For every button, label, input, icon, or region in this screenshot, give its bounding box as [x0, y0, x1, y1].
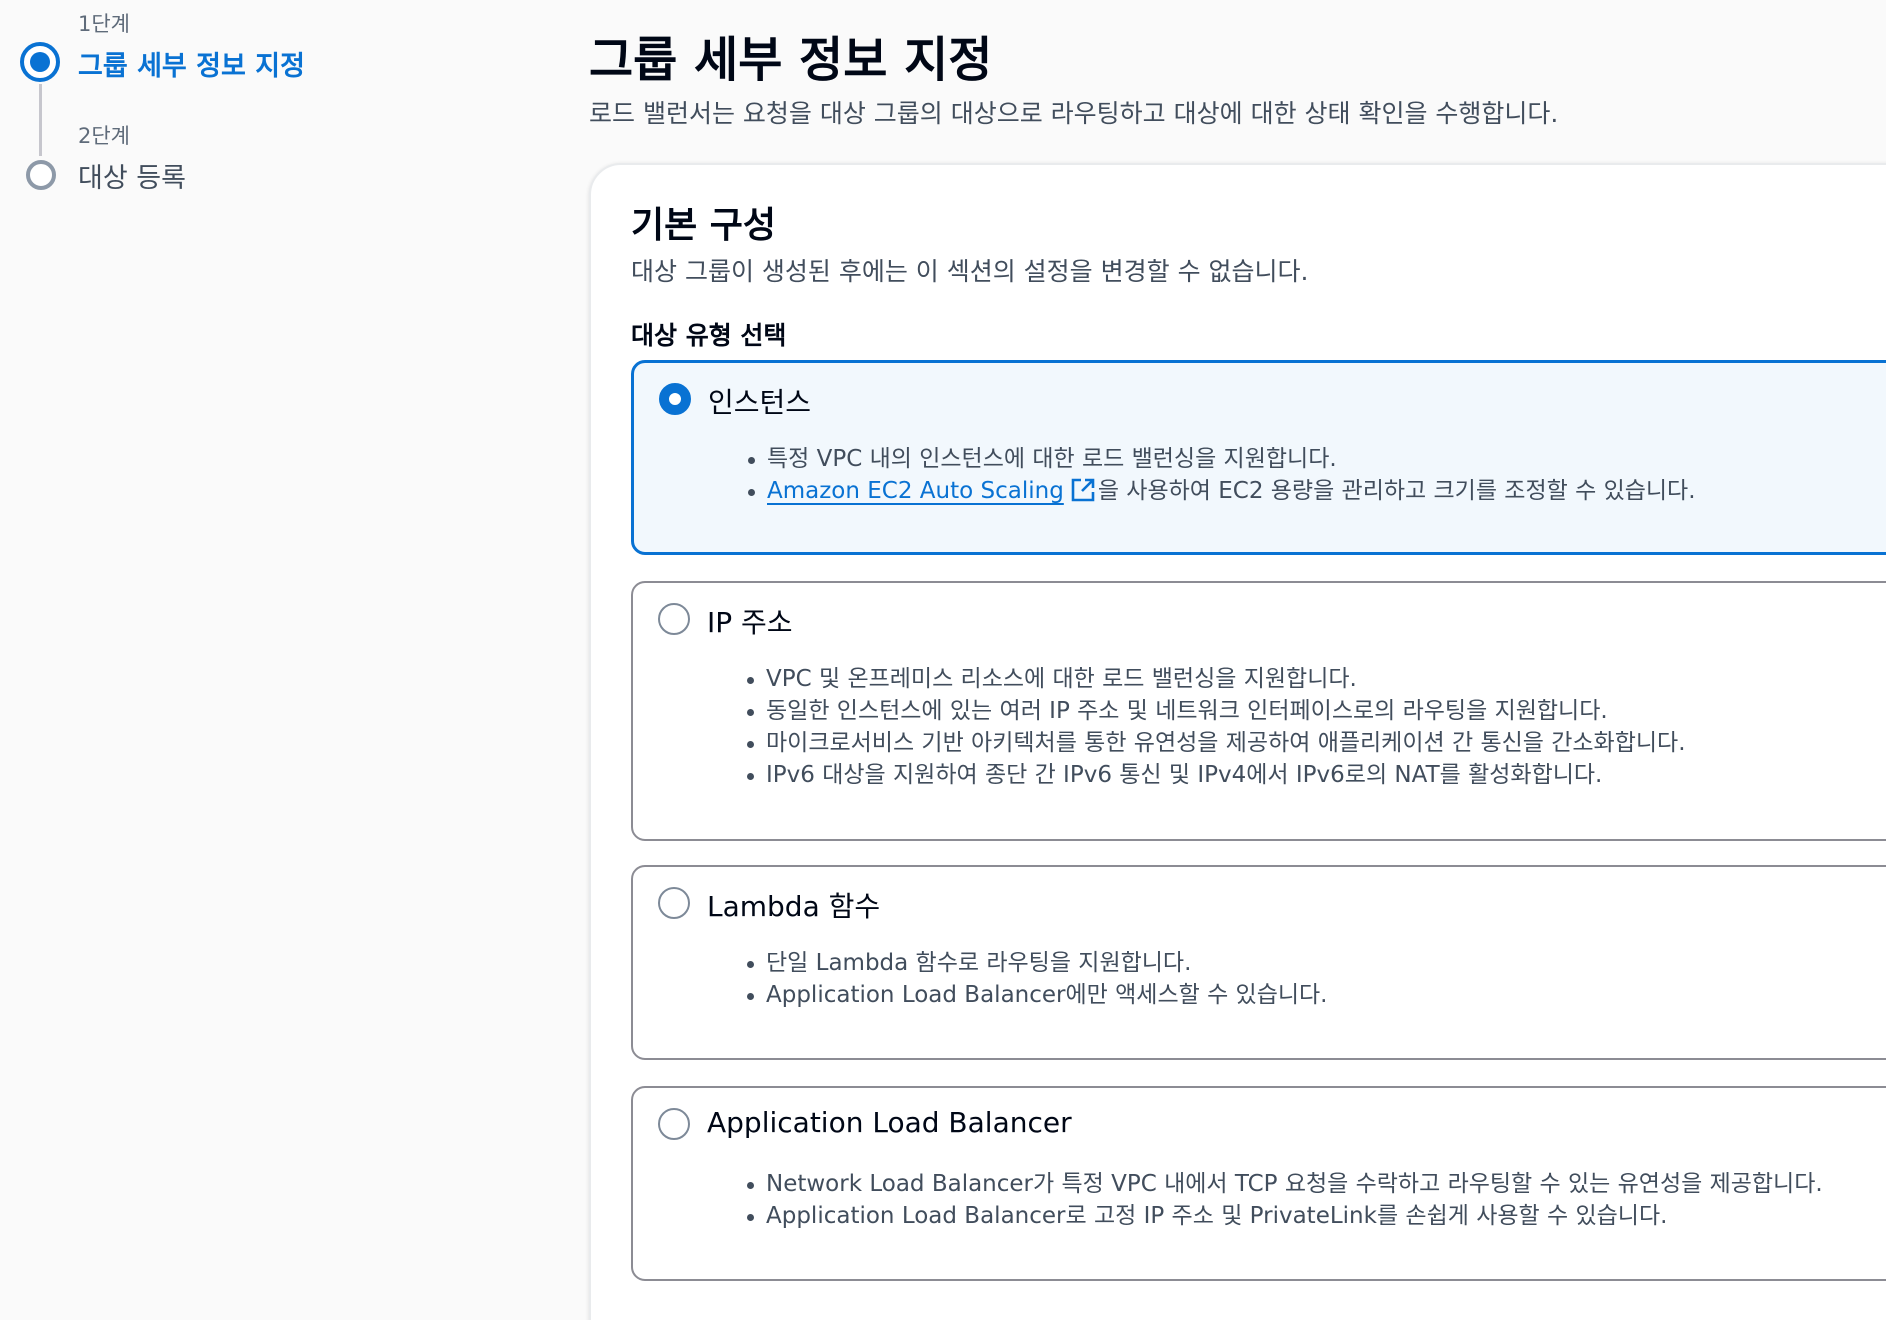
list-item: VPC 및 온프레미스 리소스에 대한 로드 밸런싱을 지원합니다.: [747, 663, 1686, 695]
radio-alb[interactable]: [658, 1108, 690, 1140]
section-title: 기본 구성: [631, 205, 777, 246]
list-item: 마이크로서비스 기반 아키텍처를 통한 유연성을 제공하여 애플리케이션 간 통…: [747, 727, 1686, 759]
option-bullets: VPC 및 온프레미스 리소스에 대한 로드 밸런싱을 지원합니다. 동일한 인…: [747, 663, 1686, 791]
wizard-steps: 1단계 그룹 세부 정보 지정 2단계 대상 등록: [0, 0, 520, 260]
radio-lambda[interactable]: [658, 887, 690, 919]
target-type-label: 대상 유형 선택: [631, 321, 787, 350]
option-title: 인스턴스: [708, 386, 812, 419]
step-1-caption: 1단계: [78, 12, 131, 36]
option-bullets: 특정 VPC 내의 인스턴스에 대한 로드 밸런싱을 지원합니다. Amazon…: [748, 443, 1696, 512]
radio-instances[interactable]: [659, 383, 691, 415]
section-description: 대상 그룹이 생성된 후에는 이 섹션의 설정을 변경할 수 없습니다.: [631, 257, 1309, 286]
list-item: IPv6 대상을 지원하여 종단 간 IPv6 통신 및 IPv4에서 IPv6…: [747, 759, 1686, 791]
step-2-title[interactable]: 대상 등록: [78, 156, 186, 195]
list-item: 동일한 인스턴스에 있는 여러 IP 주소 및 네트워크 인터페이스로의 라우팅…: [747, 695, 1686, 727]
step-active-icon: [20, 42, 60, 82]
list-item: Network Load Balancer가 특정 VPC 내에서 TCP 요청…: [747, 1168, 1823, 1200]
target-type-option-instances[interactable]: 인스턴스 특정 VPC 내의 인스턴스에 대한 로드 밸런싱을 지원합니다. A…: [631, 360, 1886, 555]
target-type-option-lambda[interactable]: Lambda 함수 단일 Lambda 함수로 라우팅을 지원합니다. Appl…: [631, 865, 1886, 1060]
page-description: 로드 밸런서는 요청을 대상 그룹의 대상으로 라우팅하고 대상에 대한 상태 …: [589, 99, 1559, 128]
step-2-caption: 2단계: [78, 124, 131, 148]
option-bullets: Network Load Balancer가 특정 VPC 내에서 TCP 요청…: [747, 1168, 1823, 1232]
target-type-option-ip[interactable]: IP 주소 VPC 및 온프레미스 리소스에 대한 로드 밸런싱을 지원합니다.…: [631, 581, 1886, 841]
step-inactive-icon: [26, 160, 56, 190]
page: 1단계 그룹 세부 정보 지정 2단계 대상 등록 그룹 세부 정보 지정 로드…: [0, 0, 1886, 1320]
step-1-title[interactable]: 그룹 세부 정보 지정: [78, 44, 305, 83]
option-title: IP 주소: [707, 606, 793, 639]
link-text: Amazon EC2 Auto Scaling: [767, 478, 1064, 504]
list-item: 단일 Lambda 함수로 라우팅을 지원합니다.: [747, 947, 1328, 979]
option-title: Application Load Balancer: [707, 1106, 1072, 1139]
option-bullets: 단일 Lambda 함수로 라우팅을 지원합니다. Application Lo…: [747, 947, 1328, 1011]
step-connector: [39, 84, 42, 156]
bullet-text: 을 사용하여 EC2 용량을 관리하고 크기를 조정할 수 있습니다.: [1097, 478, 1696, 504]
page-title: 그룹 세부 정보 지정: [589, 32, 993, 88]
external-link-icon[interactable]: [1070, 477, 1096, 512]
list-item: Application Load Balancer로 고정 IP 주소 및 Pr…: [747, 1200, 1823, 1232]
list-item: 특정 VPC 내의 인스턴스에 대한 로드 밸런싱을 지원합니다.: [748, 443, 1696, 475]
radio-ip[interactable]: [658, 603, 690, 635]
option-title: Lambda 함수: [707, 890, 881, 923]
target-type-option-alb[interactable]: Application Load Balancer Network Load B…: [631, 1086, 1886, 1281]
list-item: Amazon EC2 Auto Scaling 을 사용하여 EC2 용량을 관리…: [748, 475, 1696, 512]
list-item: Application Load Balancer에만 액세스할 수 있습니다.: [747, 979, 1328, 1011]
ec2-auto-scaling-link[interactable]: Amazon EC2 Auto Scaling: [767, 478, 1098, 504]
